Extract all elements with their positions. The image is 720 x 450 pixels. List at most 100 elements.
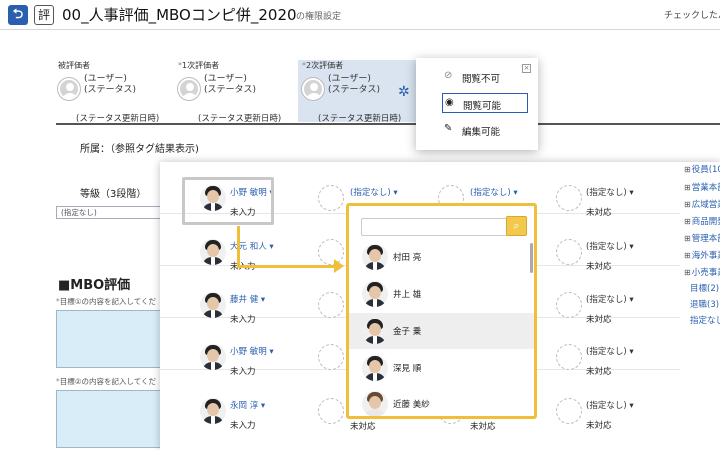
assign-dropdown[interactable]: (指定なし) ▾ (350, 186, 398, 198)
page-subtitle: の権限設定 (296, 12, 342, 22)
empty-avatar (318, 185, 344, 211)
expand-icon: ⊞ (684, 251, 691, 260)
candidate-name: 近藤 美紗 (393, 400, 430, 410)
goal2-input[interactable] (56, 390, 162, 448)
tree-item[interactable]: ⊞商品開発 (684, 215, 720, 227)
eye-icon: ◉ (445, 97, 454, 108)
page-title: 00_人事評価_MBOコンピ併_2020 (62, 6, 297, 24)
tree-item[interactable]: ⊞小売事業 (684, 266, 720, 278)
grade-select[interactable]: (指定なし) (56, 206, 166, 219)
tree-item-label: 小売事業 (691, 268, 720, 278)
list-item[interactable]: 井上 雄 (349, 276, 534, 312)
list-item[interactable]: 深見 順 (349, 350, 534, 386)
empty-avatar (318, 398, 344, 424)
permission-popup: × ⊘ 閲覧不可 ◉ 閲覧可能 ✎ 編集可能 (416, 58, 538, 150)
evaluator-status: (ステータス) (328, 85, 381, 95)
expand-icon: ⊞ (684, 183, 691, 192)
tree-item-label: 指定なし (690, 316, 720, 326)
selector-search-input[interactable] (361, 218, 508, 236)
permission-option-edit[interactable]: ✎ 編集可能 (442, 120, 528, 140)
avatar (362, 355, 388, 381)
tree-item[interactable]: ⊞営業本部 (684, 181, 720, 193)
assign-dropdown[interactable]: (指定なし) ▾ (586, 293, 634, 305)
evaluator-role: 被評価者 (58, 61, 90, 70)
back-icon[interactable]: ⮌ (8, 5, 28, 25)
tree-item-label: 広域営業 (691, 200, 720, 210)
tree-item[interactable]: ⊞役員(10 (684, 163, 720, 175)
tree-item[interactable]: ⊞海外事業 (684, 249, 720, 261)
assign-dropdown[interactable]: (指定なし) ▾ (586, 186, 634, 198)
arrow-connector (237, 265, 335, 268)
evaluator-role: 2次評価者 (306, 61, 344, 70)
assign-status: 未対応 (586, 421, 612, 431)
expand-icon: ⊞ (684, 217, 691, 226)
empty-avatar (556, 239, 582, 265)
evaluation-mode-button[interactable]: 評 (34, 5, 54, 25)
evaluator-user: (ユーザー) (328, 74, 371, 84)
tree-item-label: 管理本部 (691, 234, 720, 244)
goal1-label: 目標①の内容を記入してくだ (59, 297, 157, 306)
tree-item[interactable]: 目標(2) (690, 282, 720, 294)
empty-avatar (556, 344, 582, 370)
assign-dropdown[interactable]: (指定なし) ▾ (470, 186, 518, 198)
search-icon[interactable]: ⌕ (506, 216, 527, 236)
assign-dropdown[interactable]: (指定なし) ▾ (586, 399, 634, 411)
expand-icon: ⊞ (684, 234, 691, 243)
grade-label: 等級（3段階） (80, 189, 147, 200)
permission-option-none[interactable]: ⊘ 閲覧不可 (442, 67, 528, 87)
goal2-label: 目標②の内容を記入してくだ (59, 377, 157, 386)
edit-icon: ✎ (444, 123, 453, 134)
tree-item[interactable]: 退職(3) (690, 298, 720, 310)
tree-item-label: 役員(10 (691, 165, 720, 175)
tree-item-label: 商品開発 (691, 217, 720, 227)
empty-avatar (556, 292, 582, 318)
avatar (362, 318, 388, 344)
member-status: 未入力 (230, 421, 256, 431)
permission-label: 閲覧可能 (463, 101, 502, 112)
evaluator-role: 1次評価者 (182, 61, 220, 70)
avatar (200, 344, 226, 370)
tree-item-label: 目標(2) (690, 284, 720, 294)
expand-icon: ⊞ (684, 268, 691, 277)
divider (56, 123, 720, 125)
header-bar: ⮌ 評 00_人事評価_MBOコンピ併_2020 の権限設定 チェックしたパ (0, 0, 720, 30)
arrow-connector (237, 226, 240, 266)
evaluator-user: (ユーザー) (84, 74, 127, 84)
avatar (200, 292, 226, 318)
candidate-name: 深見 順 (393, 364, 422, 374)
tree-item[interactable]: ⊞広域営業 (684, 198, 720, 210)
affiliation-label: 所属：（参照タグ結果表示) (80, 144, 199, 155)
avatar (200, 239, 226, 265)
member-name-dropdown[interactable]: 藤井 健 ▾ (230, 293, 265, 305)
empty-avatar (318, 292, 344, 318)
assign-dropdown[interactable]: (指定なし) ▾ (586, 345, 634, 357)
assign-status: 未対応 (350, 422, 376, 432)
avatar (200, 398, 226, 424)
list-item[interactable]: 村田 亮 (349, 239, 534, 275)
candidate-name: 村田 亮 (393, 253, 422, 263)
section-title: ■MBO評価 (58, 278, 131, 293)
member-name-dropdown[interactable]: 永岡 淳 ▾ (230, 399, 265, 411)
arrow-head-icon (334, 259, 344, 273)
list-item[interactable]: 金子 乗 (349, 313, 534, 349)
goal1-input[interactable] (56, 310, 162, 368)
avatar (362, 244, 388, 270)
empty-avatar (318, 344, 344, 370)
list-item[interactable]: 近藤 美紗 (349, 386, 534, 416)
gear-icon[interactable]: ✲ (398, 84, 410, 100)
assign-status: 未対応 (470, 422, 496, 432)
tree-item[interactable]: ⊞管理本部 (684, 232, 720, 244)
permission-option-view[interactable]: ◉ 閲覧可能 (442, 93, 528, 113)
tree-item-label: 海外事業 (691, 251, 720, 261)
selected-member-highlight (182, 177, 274, 225)
member-name-dropdown[interactable]: 小野 敏明 ▾ (230, 345, 274, 357)
member-selector-dropdown: ⌕ 村田 亮 井上 雄 金子 乗 深見 順 近藤 美紗 (346, 203, 537, 419)
avatar (58, 78, 80, 100)
evaluator-user: (ユーザー) (204, 74, 247, 84)
avatar (362, 281, 388, 307)
assign-dropdown[interactable]: (指定なし) ▾ (586, 240, 634, 252)
tree-item[interactable]: 指定なし (690, 314, 720, 326)
candidate-name: 金子 乗 (393, 327, 422, 337)
empty-avatar (556, 398, 582, 424)
evaluator-status: (ステータス) (204, 85, 257, 95)
